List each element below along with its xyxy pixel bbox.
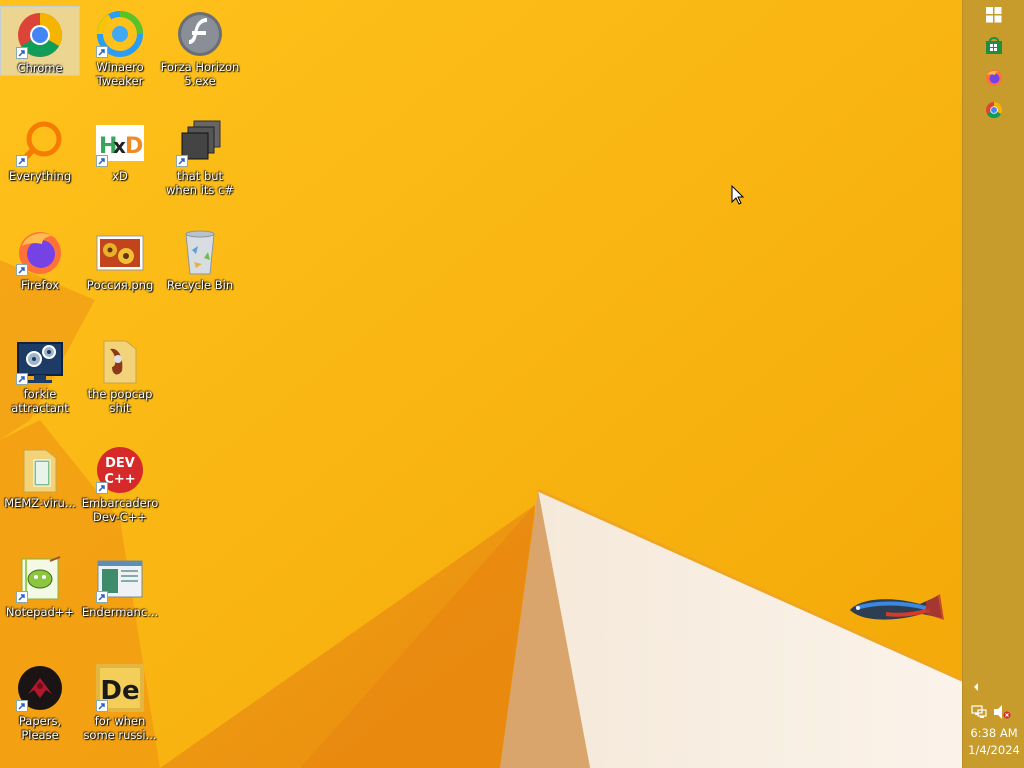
desktop-icon-embarcadero-devcpp[interactable]: DEV C++ Embarcadero Dev-C++ [80,442,160,546]
desktop-icon-everything[interactable]: Everything [0,115,80,219]
icon-label: the popcap shit [87,387,153,415]
desktop-icon-recycle-bin[interactable]: Recycle Bin [160,224,240,328]
icon-label: xD [112,169,128,183]
shortcut-arrow-icon [16,155,28,167]
shortcut-arrow-icon [16,373,28,385]
papers-please-icon [16,664,64,712]
desktop-icon-the-popcap-shit[interactable]: the popcap shit [80,333,160,437]
shortcut-arrow-icon [16,47,28,59]
notepadpp-icon [16,555,64,603]
shortcut-arrow-icon [16,264,28,276]
desktop[interactable]: Chrome Winaero Tweaker Forza Horizon 5.e… [0,0,962,768]
fish-desktop-pet[interactable] [846,588,946,628]
icon-label: Recycle Bin [166,278,234,292]
folder-icon [16,446,64,494]
desktop-icon-xd[interactable]: H x D xD [80,115,160,219]
everything-search-icon [16,119,64,167]
store-icon [986,37,1002,54]
icon-label: for when some russi... [83,714,157,742]
recycle-bin-icon [176,228,224,276]
icon-label: Everything [8,169,72,183]
de-app-icon: De [96,664,144,712]
firefox-icon [16,228,64,276]
desktop-icon-memz-virus[interactable]: MEMZ-viru... [0,442,80,546]
clock-time[interactable]: 6:38 AM [963,726,1024,740]
shortcut-arrow-icon [96,700,108,712]
svg-text:C++: C++ [104,472,135,487]
desktop-icon-endermanch[interactable]: Endermanc... [80,551,160,655]
icon-label: MEMZ-viru... [4,496,76,510]
chevron-left-icon[interactable] [972,682,980,692]
monitor-gears-icon [16,337,64,385]
taskbar-firefox-button[interactable] [981,65,1007,91]
desktop-icon-rossiya-png[interactable]: Россия.png [80,224,160,328]
devcpp-icon: DEV C++ [96,446,144,494]
shortcut-arrow-icon [16,700,28,712]
hxd-icon: H x D [96,119,144,167]
shortcut-arrow-icon [96,46,108,58]
folder-icon [96,337,144,385]
taskbar-chrome-button[interactable] [981,97,1007,123]
desktop-icon-forza-horizon[interactable]: Forza Horizon 5.exe [160,6,240,110]
icon-label: Notepad++ [5,605,75,619]
start-button[interactable] [981,2,1007,28]
winaero-tweaker-icon [96,10,144,58]
icon-label: Россия.png [86,278,154,292]
shortcut-arrow-icon [16,591,28,603]
icon-label: Papers, Please [18,714,62,742]
desktop-icon-notepadpp[interactable]: Notepad++ [0,551,80,655]
icon-label: that but when its c# [165,169,235,197]
windows-start-icon [986,7,1002,23]
svg-text:D: D [125,134,143,159]
desktop-icon-firefox[interactable]: Firefox [0,224,80,328]
mouse-cursor-icon [731,185,745,205]
desktop-icon-winaero-tweaker[interactable]: Winaero Tweaker [80,6,160,110]
shortcut-arrow-icon [96,155,108,167]
desktop-icon-forkie-attractant[interactable]: forkie attractant [0,333,80,437]
network-icon[interactable] [971,704,987,720]
taskbar[interactable]: 6:38 AM 1/4/2024 [962,0,1024,768]
firefox-icon [986,70,1002,86]
taskbar-store-button[interactable] [981,33,1007,59]
volume-muted-icon[interactable] [993,704,1011,720]
desktop-icon-chrome[interactable]: Chrome [0,6,80,76]
svg-text:DEV: DEV [105,456,135,471]
icon-label: Chrome [17,61,63,75]
icon-label: Winaero Tweaker [96,60,144,88]
desktop-icon-that-but-when-its-csharp[interactable]: that but when its c# [160,115,240,219]
chrome-icon [16,11,64,59]
shortcut-arrow-icon [96,482,108,494]
window-app-icon [96,555,144,603]
chrome-icon [986,101,1003,119]
icon-label: Endermanc... [81,605,159,619]
stacked-windows-icon [176,119,224,167]
icon-label: Forza Horizon 5.exe [160,60,240,88]
icon-label: Embarcadero Dev-C++ [81,496,159,524]
icon-label: forkie attractant [11,387,69,415]
shortcut-arrow-icon [176,155,188,167]
clock-date[interactable]: 1/4/2024 [963,743,1024,757]
desktop-icon-papers-please[interactable]: Papers, Please [0,660,80,764]
shortcut-arrow-icon [96,591,108,603]
image-file-icon [96,228,144,276]
flash-icon [176,10,224,58]
icon-label: Firefox [20,278,60,292]
desktop-icon-for-when-some-russian[interactable]: De for when some russi... [80,660,160,764]
